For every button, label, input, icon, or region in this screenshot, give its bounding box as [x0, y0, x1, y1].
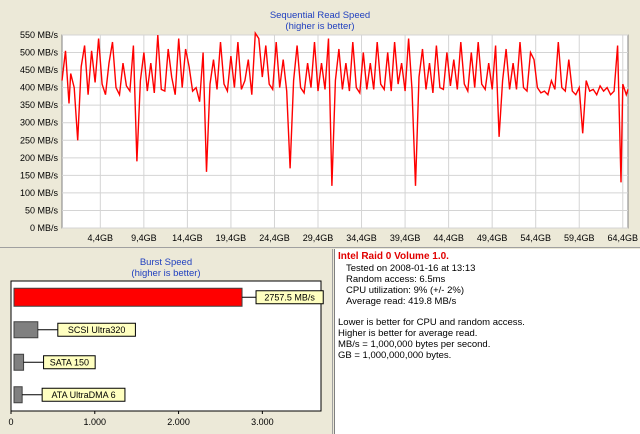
x-tick-label: 59,4GB: [564, 233, 595, 243]
x-tick-label: 49,4GB: [477, 233, 508, 243]
burst-speed-panel: Burst Speed (higher is better) 0 1.000 2.0…: [0, 249, 333, 434]
x-tick-label: 29,4GB: [303, 233, 334, 243]
burst-bar-label: SCSI Ultra320: [68, 325, 126, 335]
burst-x-tick-label: 3.000: [251, 417, 274, 427]
x-tick-label: 34,4GB: [346, 233, 377, 243]
note-higher-better: Higher is better for average read.: [338, 328, 478, 339]
burst-bar-label: 2757.5 MB/s: [264, 292, 315, 302]
x-tick-label: 39,4GB: [390, 233, 421, 243]
y-tick-label: 250 MB/s: [20, 135, 59, 145]
y-tick-label: 200 MB/s: [20, 153, 59, 163]
burst-bar: [13, 353, 25, 371]
burst-bar: [13, 287, 243, 307]
burst-bar: [13, 386, 23, 404]
y-tick-label: 50 MB/s: [25, 205, 59, 215]
results-info-panel: Intel Raid 0 Volume 1.0. Tested on 2008-…: [334, 249, 640, 434]
y-tick-label: 350 MB/s: [20, 100, 59, 110]
average-read-text: Average read: 419.8 MB/s: [346, 296, 457, 307]
y-tick-label: 300 MB/s: [20, 118, 59, 128]
sequential-read-title: Sequential Read Speed: [269, 10, 371, 21]
sequential-read-chart: 0 MB/s 50 MB/s 100 MB/s 150 MB/s 200 MB/s 250…: [20, 30, 639, 243]
plot-area: [61, 34, 629, 229]
burst-x-tick-label: 2.000: [167, 417, 190, 427]
random-access-text: Random access: 6.5ms: [346, 274, 446, 285]
burst-speed-title: Burst Speed: [139, 257, 193, 268]
y-tick-label: 100 MB/s: [20, 188, 59, 198]
burst-x-tick-label: 0: [8, 417, 13, 427]
x-tick-label: 9,4GB: [131, 233, 157, 243]
x-tick-label: 4,4GB: [88, 233, 114, 243]
tested-on-text: Tested on 2008-01-16 at 13:13: [346, 263, 476, 274]
x-tick-label: 64,4GB: [608, 233, 639, 243]
note-lower-better: Lower is better for CPU and random acces…: [338, 317, 525, 328]
burst-speed-subtitle: (higher is better): [131, 268, 201, 279]
note-mbs-definition: MB/s = 1,000,000 bytes per second.: [338, 339, 491, 350]
sequential-read-panel: Sequential Read Speed (higher is better)…: [0, 0, 640, 248]
x-tick-label: 14,4GB: [172, 233, 203, 243]
x-tick-label: 24,4GB: [259, 233, 290, 243]
y-tick-label: 500 MB/s: [20, 48, 59, 58]
x-tick-label: 19,4GB: [216, 233, 247, 243]
burst-x-tick-label: 1.000: [84, 417, 107, 427]
burst-bar-label: ATA UltraDMA 6: [51, 390, 115, 400]
y-tick-label: 0 MB/s: [30, 223, 59, 233]
burst-bar-label: SATA 150: [50, 357, 89, 367]
burst-bar: [13, 321, 39, 339]
y-tick-label: 450 MB/s: [20, 65, 59, 75]
y-tick-label: 400 MB/s: [20, 83, 59, 93]
y-tick-label: 150 MB/s: [20, 170, 59, 180]
drive-title: Intel Raid 0 Volume 1.0.: [338, 251, 449, 262]
cpu-utilization-text: CPU utilization: 9% (+/- 2%): [346, 285, 464, 296]
sequential-read-subtitle: (higher is better): [285, 21, 355, 32]
x-tick-label: 44,4GB: [433, 233, 464, 243]
x-tick-label: 54,4GB: [520, 233, 551, 243]
note-gb-definition: GB = 1,000,000,000 bytes.: [338, 350, 452, 361]
